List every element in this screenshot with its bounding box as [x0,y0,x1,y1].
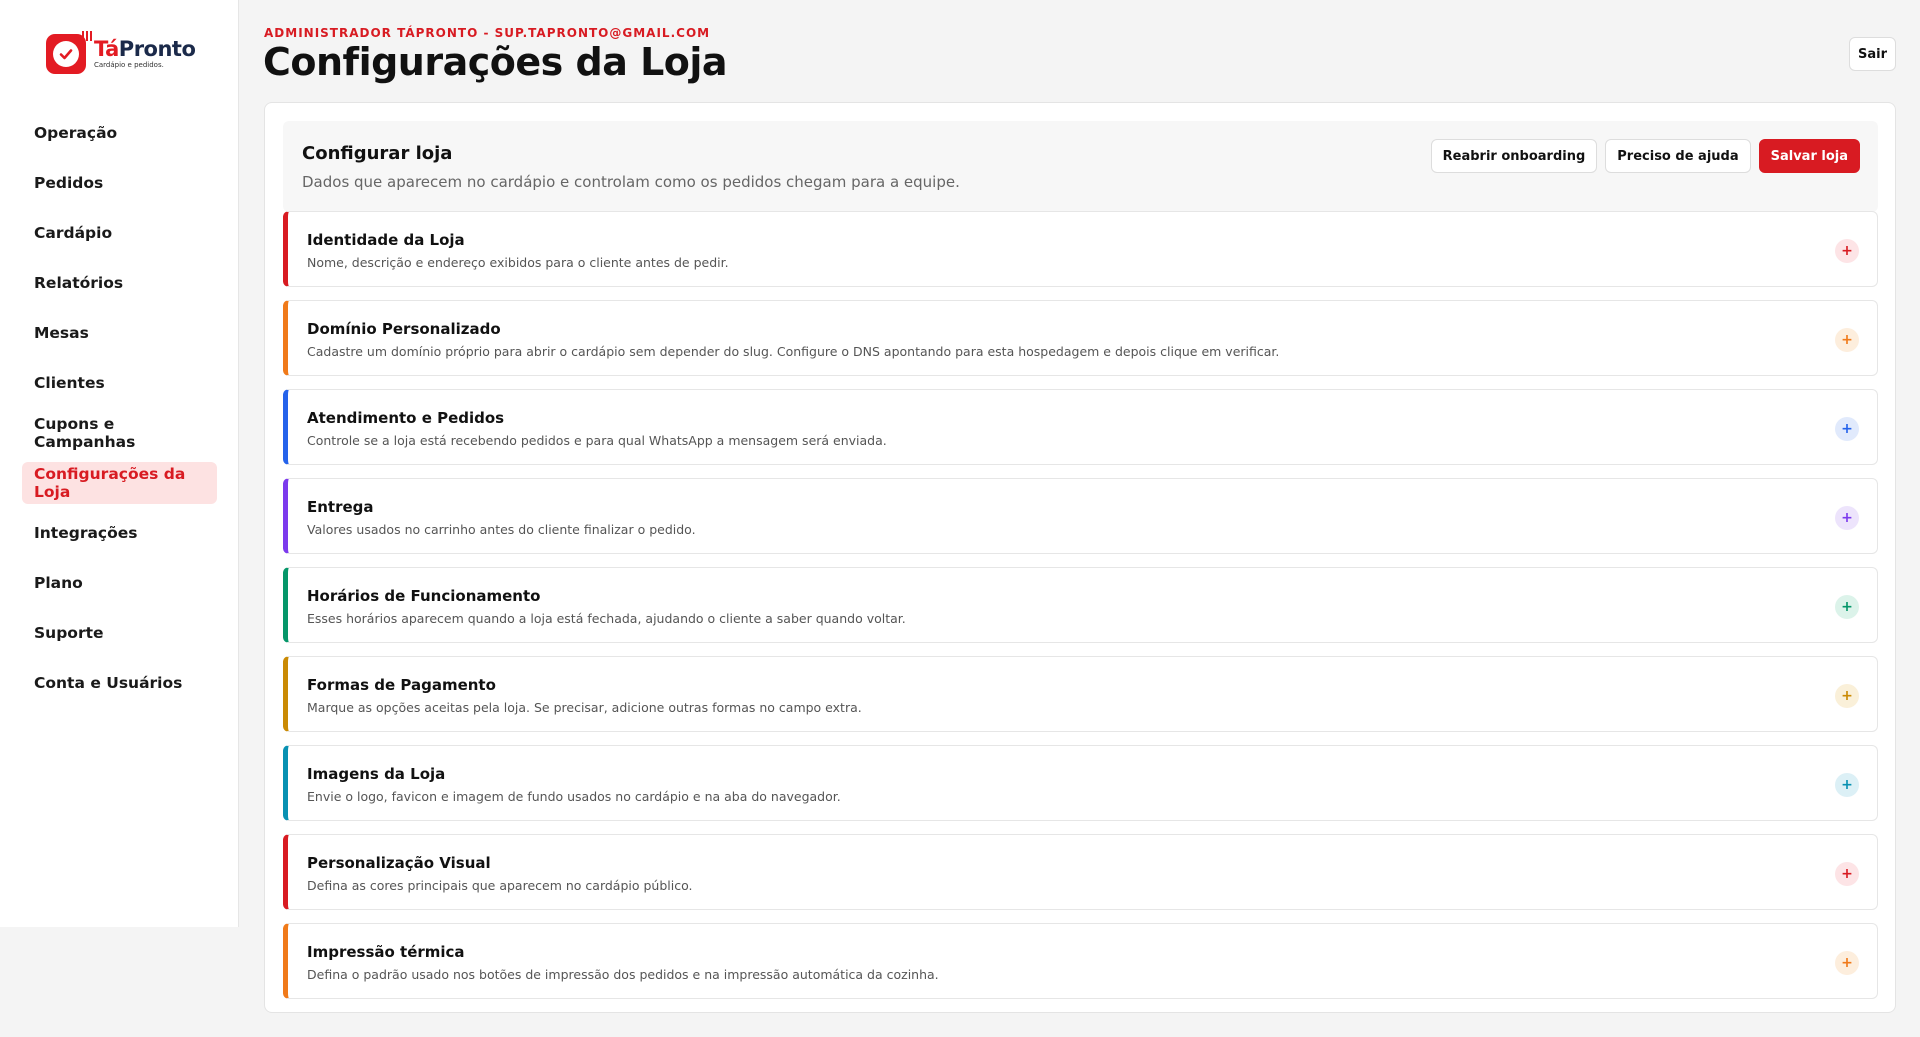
section-title: Formas de Pagamento [307,676,496,694]
save-store-button[interactable]: Salvar loja [1758,139,1860,173]
expand-plus-icon[interactable]: + [1835,417,1859,441]
expand-plus-icon[interactable]: + [1835,862,1859,886]
section-title: Personalização Visual [307,854,491,872]
settings-subtitle: Dados que aparecem no cardápio e control… [302,173,960,191]
section-description: Defina o padrão usado nos botões de impr… [307,967,939,982]
checkmark-logo-icon [46,31,92,74]
sidebar-item-relatorios[interactable]: Relatórios [22,262,217,304]
sidebar-item-configuracoes-da-loja[interactable]: Configurações da Loja [22,462,217,504]
expand-plus-icon[interactable]: + [1835,773,1859,797]
section-description: Nome, descrição e endereço exibidos para… [307,255,729,270]
section-description: Envie o logo, favicon e imagem de fundo … [307,789,841,804]
expand-plus-icon[interactable]: + [1835,951,1859,975]
sidebar-item-suporte[interactable]: Suporte [22,612,217,654]
section-title: Atendimento e Pedidos [307,409,505,427]
sidebar-item-conta-e-usuarios[interactable]: Conta e Usuários [22,662,217,704]
section-impressao-termica[interactable]: Impressão térmica Defina o padrão usado n… [283,923,1878,999]
section-description: Cadastre um domínio próprio para abrir o… [307,344,1280,359]
brand-name: TáPronto [94,37,196,61]
sidebar-item-mesas[interactable]: Mesas [22,312,217,354]
section-title: Imagens da Loja [307,765,446,783]
sidebar-nav: Operação Pedidos Cardápio Relatórios Mesas Cl… [22,112,217,712]
settings-title: Configurar loja [302,143,453,164]
section-identidade-da-loja[interactable]: Identidade da Loja Nome, descrição e ende… [283,211,1878,287]
sidebar-item-cupons-e-campanhas[interactable]: Cupons e Campanhas [22,412,217,454]
brand-logo[interactable]: TáPronto Cardápio e pedidos. [46,31,196,74]
expand-plus-icon[interactable]: + [1835,684,1859,708]
section-description: Controle se a loja está recebendo pedido… [307,433,887,448]
reopen-onboarding-button[interactable]: Reabrir onboarding [1430,139,1598,173]
sidebar-item-pedidos[interactable]: Pedidos [22,162,217,204]
sidebar-item-cardapio[interactable]: Cardápio [22,212,217,254]
section-title: Domínio Personalizado [307,320,501,338]
section-description: Valores usados no carrinho antes do clie… [307,522,696,537]
settings-header: Configurar loja Dados que aparecem no ca… [283,121,1878,212]
section-title: Entrega [307,498,374,516]
sidebar-item-operacao[interactable]: Operação [22,112,217,154]
section-imagens-da-loja[interactable]: Imagens da Loja Envie o logo, favicon e i… [283,745,1878,821]
sidebar-item-clientes[interactable]: Clientes [22,362,217,404]
need-help-button[interactable]: Preciso de ajuda [1605,139,1751,173]
section-personalizacao-visual[interactable]: Personalização Visual Defina as cores pri… [283,834,1878,910]
expand-plus-icon[interactable]: + [1835,239,1859,263]
expand-plus-icon[interactable]: + [1835,506,1859,530]
section-title: Horários de Funcionamento [307,587,541,605]
section-title: Identidade da Loja [307,231,465,249]
page-title: Configurações da Loja [263,40,728,84]
expand-plus-icon[interactable]: + [1835,595,1859,619]
section-title: Impressão térmica [307,943,465,961]
section-description: Defina as cores principais que aparecem … [307,878,693,893]
expand-plus-icon[interactable]: + [1835,328,1859,352]
section-horarios-de-funcionamento[interactable]: Horários de Funcionamento Esses horários … [283,567,1878,643]
sidebar-item-plano[interactable]: Plano [22,562,217,604]
section-entrega[interactable]: Entrega Valores usados no carrinho antes … [283,478,1878,554]
sidebar-item-integracoes[interactable]: Integrações [22,512,217,554]
brand-tagline: Cardápio e pedidos. [94,61,164,69]
settings-card: Configurar loja Dados que aparecem no ca… [264,102,1896,1013]
logout-button[interactable]: Sair [1849,37,1896,71]
section-dominio-personalizado[interactable]: Domínio Personalizado Cadastre um domínio… [283,300,1878,376]
section-atendimento-e-pedidos[interactable]: Atendimento e Pedidos Controle se a loja … [283,389,1878,465]
settings-sections: Identidade da Loja Nome, descrição e ende… [283,211,1878,1012]
section-formas-de-pagamento[interactable]: Formas de Pagamento Marque as opções acei… [283,656,1878,732]
sidebar: TáPronto Cardápio e pedidos. Operação Ped… [0,0,239,927]
section-description: Esses horários aparecem quando a loja es… [307,611,906,626]
user-eyebrow: ADMINISTRADOR TÁPRONTO - SUP.TAPRONTO@GM… [264,26,711,40]
section-description: Marque as opções aceitas pela loja. Se p… [307,700,862,715]
